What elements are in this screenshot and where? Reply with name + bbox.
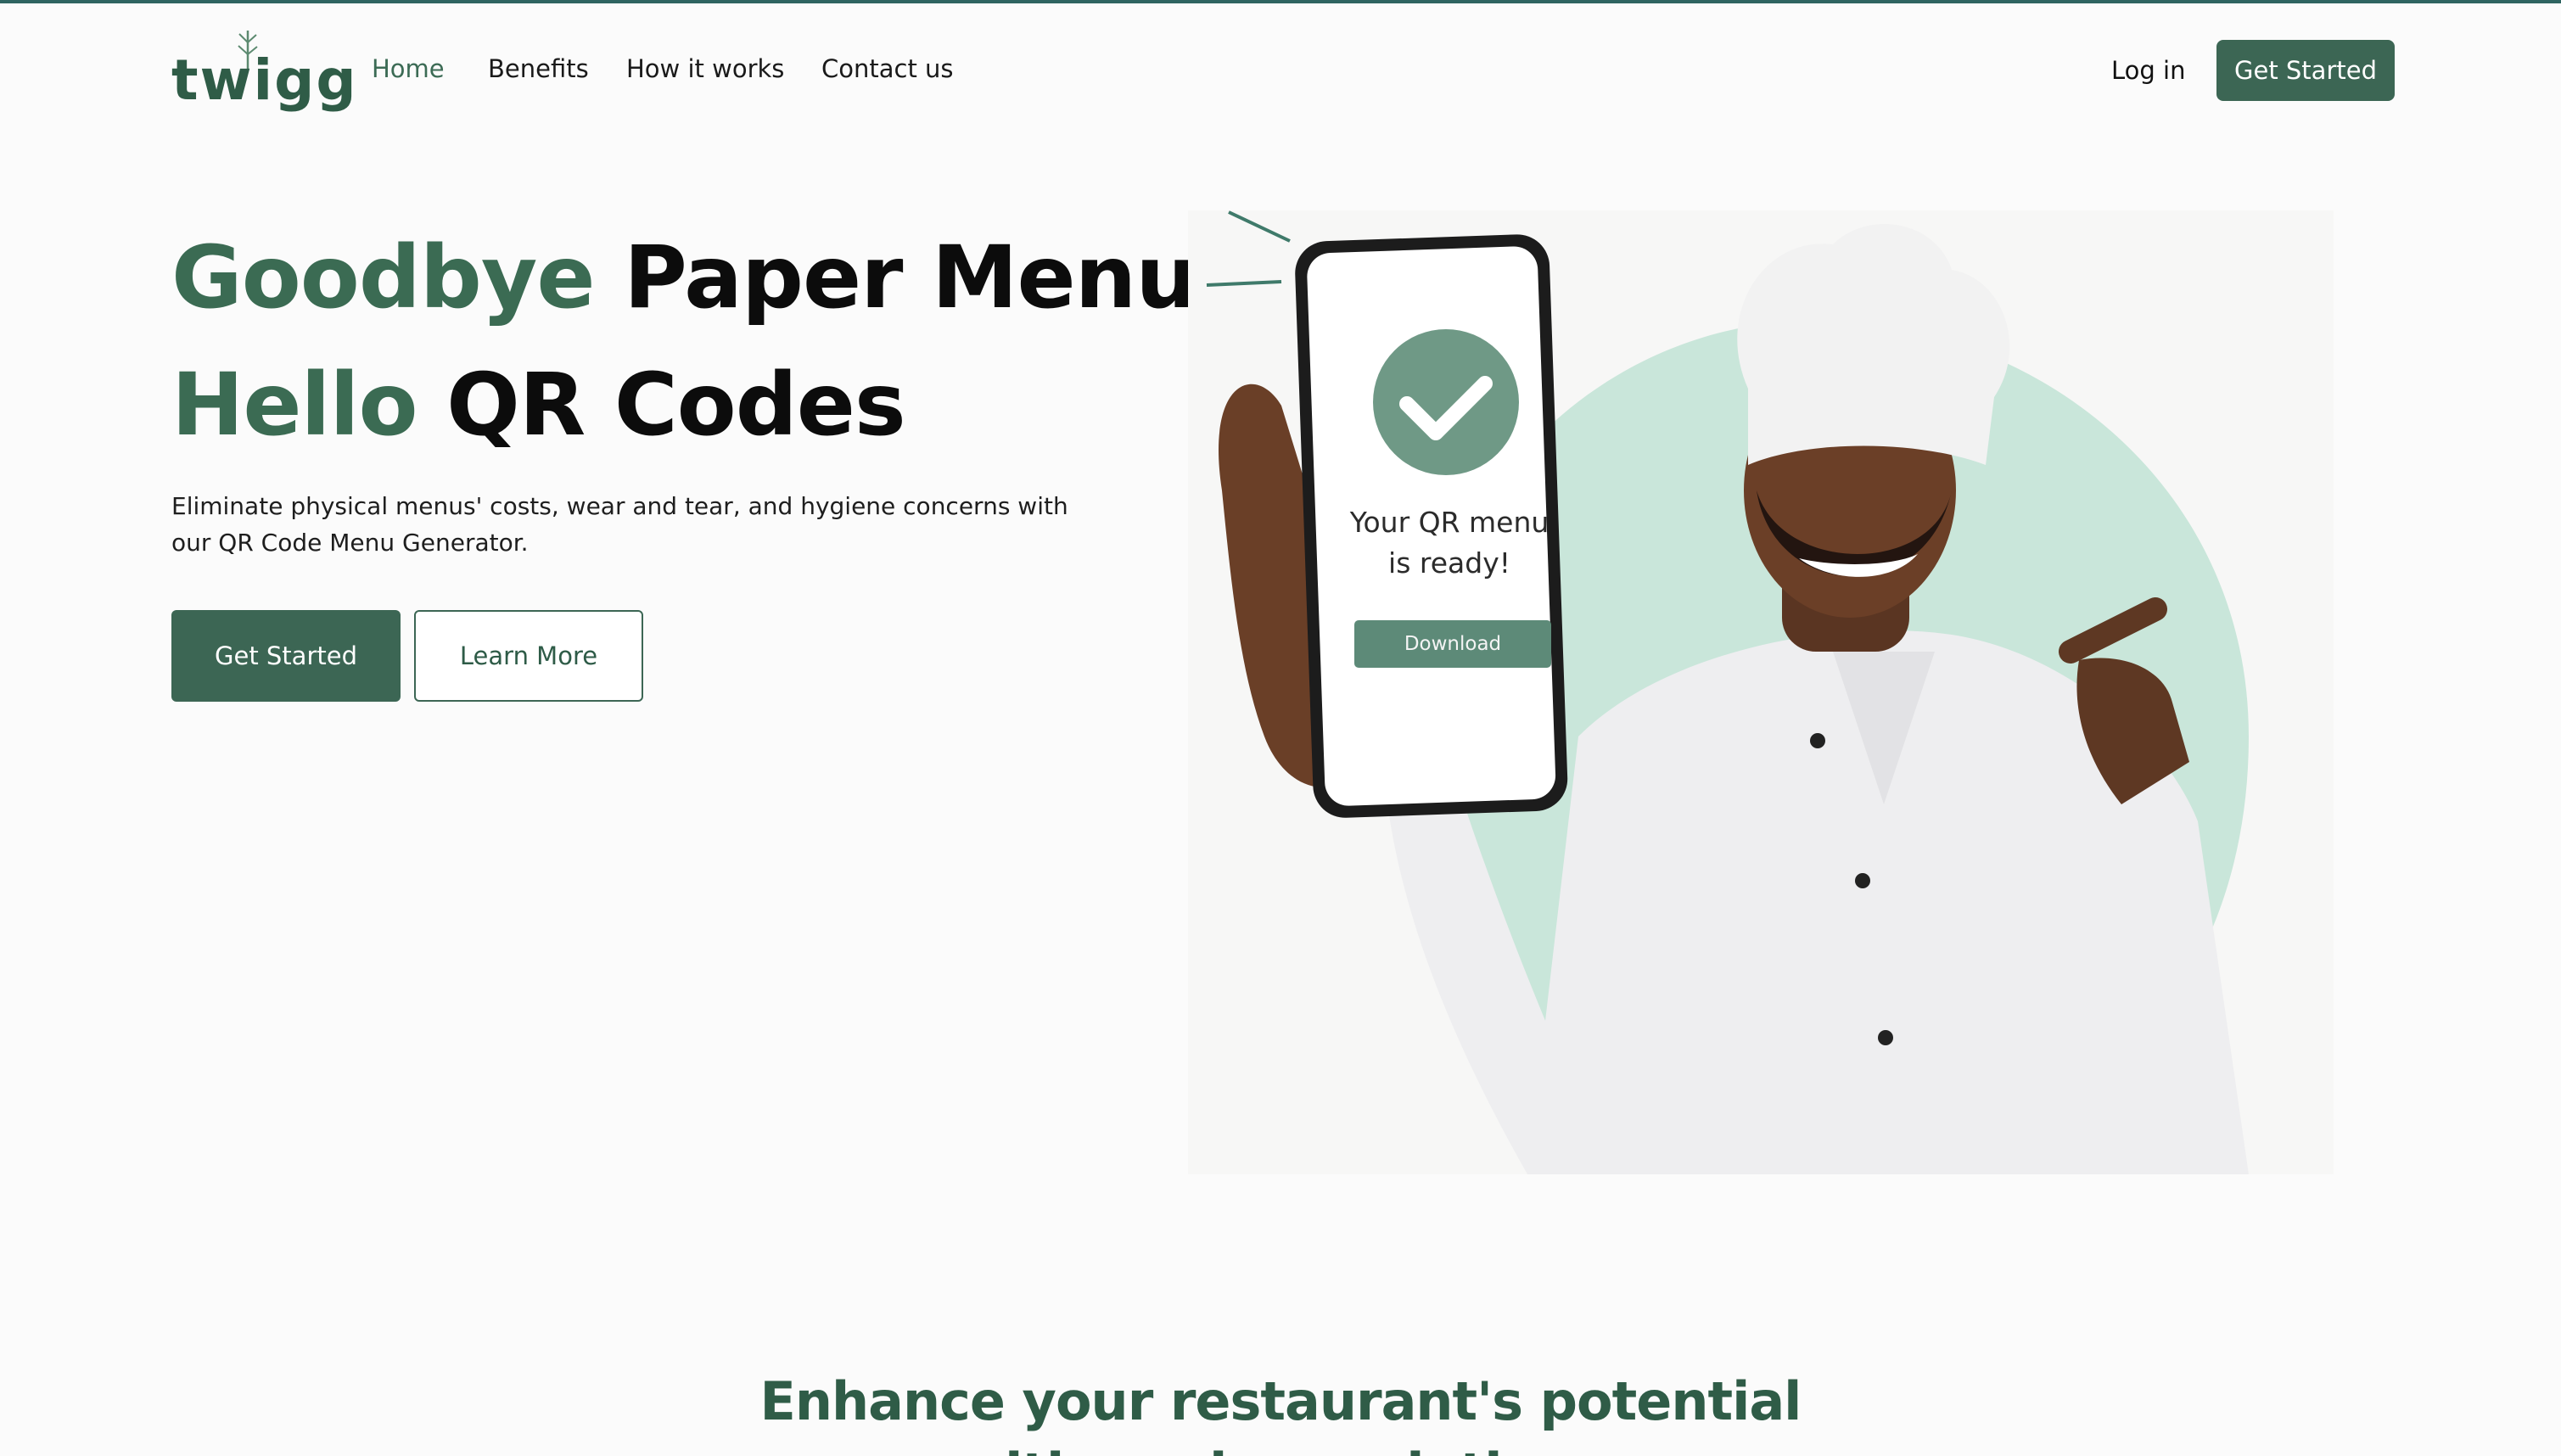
hero-get-started-button[interactable]: Get Started [171,610,401,702]
phone-download-button: Download [1354,620,1551,668]
phone-title-line1: Your QR menu [1349,506,1549,539]
nav-benefits[interactable]: Benefits [488,54,589,83]
hero-heading-qr-codes: QR Codes [446,355,906,456]
jacket-button-3 [1878,1030,1893,1045]
phone-title-line2: is ready! [1388,546,1510,580]
hero-heading-hello: Hello [171,355,418,456]
section-heading-line1: Enhance your restaurant's potential [759,1370,1802,1432]
top-accent-strip [0,0,2561,3]
section-heading: Enhance your restaurant's potential with… [0,1366,2561,1456]
login-link[interactable]: Log in [2111,56,2185,85]
jacket-button-2 [1855,873,1870,888]
logo[interactable]: twigg [171,25,356,119]
hero-illustration [1188,210,2334,1174]
nav-contact-us[interactable]: Contact us [821,54,954,83]
nav-how-it-works[interactable]: How it works [626,54,784,83]
check-circle-icon [1373,329,1519,475]
hero-heading-paper-menus: Paper Menus, [624,227,1280,328]
hero-heading-goodbye: Goodbye [171,227,596,328]
logo-text: twigg [171,48,358,113]
section-heading-line2: with modern solutions [0,1437,2561,1456]
hero-description: Eliminate physical menus' costs, wear an… [171,492,1068,557]
nav-get-started-button[interactable]: Get Started [2216,40,2395,101]
nav-home[interactable]: Home [372,54,445,83]
jacket-button-1 [1810,733,1825,748]
hero-learn-more-button[interactable]: Learn More [414,610,643,702]
hero-heading-line1: Goodbye Paper Menus, [171,227,1280,328]
hero-heading-line2: Hello QR Codes [171,355,906,456]
phone-qr-ready-title: Your QR menu is ready! [1331,502,1568,584]
